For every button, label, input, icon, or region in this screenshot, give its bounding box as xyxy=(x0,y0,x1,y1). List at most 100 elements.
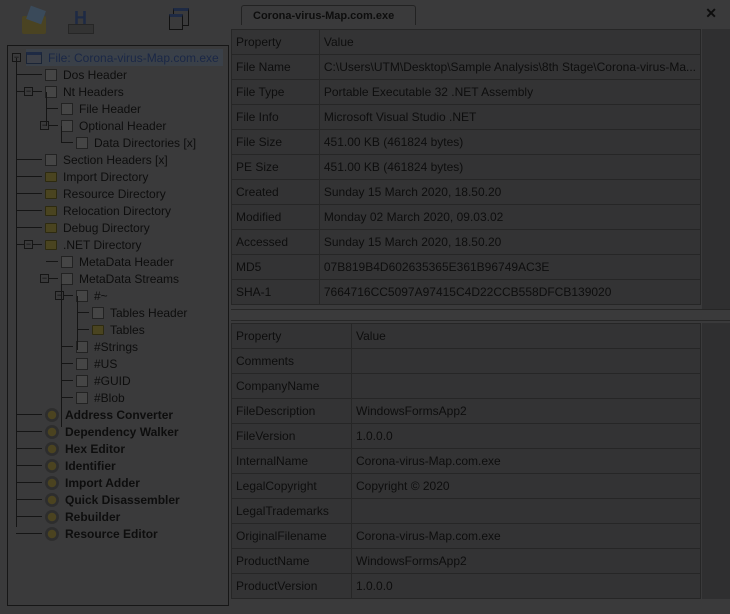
table-row[interactable]: ProductVersion 1.0.0.0 xyxy=(231,573,701,599)
tree-line xyxy=(77,312,89,313)
scrollbar[interactable] xyxy=(702,323,730,599)
tree-item[interactable]: Resource Directory xyxy=(45,185,166,202)
gear-icon xyxy=(45,441,59,456)
tree-item[interactable]: MetaData Header xyxy=(61,253,174,270)
splitter[interactable] xyxy=(231,309,730,321)
table-row[interactable]: File Info Microsoft Visual Studio .NET xyxy=(231,104,702,130)
tree-item[interactable]: Dependency Walker xyxy=(45,423,179,440)
column-header: Value xyxy=(351,323,701,349)
tree-item[interactable]: #~ xyxy=(76,287,108,304)
table-row[interactable]: Created Sunday 15 March 2020, 18.50.20 xyxy=(231,179,702,205)
tree-item-label: Section Headers [x] xyxy=(63,152,168,167)
tree-item[interactable]: Import Adder xyxy=(45,474,140,491)
tree-item[interactable]: Relocation Directory xyxy=(45,202,171,219)
file-tree[interactable]: File: Corona-virus-Map.com.exe − Dos Heade… xyxy=(7,45,229,606)
tab-file[interactable]: Corona-virus-Map.com.exe xyxy=(241,5,416,25)
gear-icon xyxy=(45,492,59,507)
doc-icon xyxy=(76,374,88,387)
table-row[interactable]: ProductName WindowsFormsApp2 xyxy=(231,548,701,574)
tree-item[interactable]: Rebuilder xyxy=(45,508,120,525)
tree-item[interactable]: Tables xyxy=(92,321,145,338)
tree-item-label: MetaData Streams xyxy=(79,271,180,286)
tree-item[interactable]: Address Converter xyxy=(45,406,173,423)
tree-item[interactable]: Data Directories [x] xyxy=(76,134,196,151)
tree-item[interactable]: #Strings xyxy=(76,338,138,355)
tree-root[interactable]: File: Corona-virus-Map.com.exe xyxy=(26,49,223,66)
property-cell: File Name xyxy=(231,54,320,80)
doc-icon xyxy=(45,153,57,166)
tree-item-label: Dos Header xyxy=(63,67,128,82)
table-row[interactable]: File Name C:\Users\UTM\Desktop\Sample Ana… xyxy=(231,54,702,80)
tree-item[interactable]: Quick Disassembler xyxy=(45,491,180,508)
table-row[interactable]: OriginalFilename Corona-virus-Map.com.exe xyxy=(231,523,701,549)
tree-item[interactable]: File Header xyxy=(61,100,141,117)
tree-item[interactable]: .NET Directory xyxy=(45,236,141,253)
tree-item[interactable]: Tables Header xyxy=(92,304,187,321)
folder-icon xyxy=(45,222,57,233)
windows-icon[interactable] xyxy=(165,6,195,36)
property-cell: File Size xyxy=(231,129,320,155)
table-row[interactable]: MD5 07B819B4D602635365E361B96749AC3E xyxy=(231,254,702,280)
folder-icon xyxy=(45,205,57,216)
table-row[interactable]: FileVersion 1.0.0.0 xyxy=(231,423,701,449)
tree-item[interactable]: Hex Editor xyxy=(45,440,125,457)
table-row[interactable]: InternalName Corona-virus-Map.com.exe xyxy=(231,448,701,474)
tree-item[interactable]: Nt Headers xyxy=(45,83,124,100)
window-icon xyxy=(26,51,42,64)
table-row[interactable]: PE Size 451.00 KB (461824 bytes) xyxy=(231,154,702,180)
tree-line xyxy=(61,126,62,143)
table-row[interactable]: File Type Portable Executable 32 .NET Ass… xyxy=(231,79,702,105)
gear-icon xyxy=(45,424,59,439)
table-row[interactable]: Comments xyxy=(231,348,701,374)
collapse-toggle[interactable]: − xyxy=(24,240,33,249)
collapse-toggle[interactable]: − xyxy=(24,87,33,96)
tree-item-label: Quick Disassembler xyxy=(65,492,180,507)
doc-icon xyxy=(61,272,73,285)
tree-item[interactable]: Section Headers [x] xyxy=(45,151,168,168)
tree-item[interactable]: #US xyxy=(76,355,117,372)
tree-line xyxy=(46,92,47,126)
property-cell: CompanyName xyxy=(231,373,352,399)
tree-item[interactable]: #Blob xyxy=(76,389,125,406)
tree-line xyxy=(16,516,42,517)
table-row[interactable]: LegalCopyright Copyright © 2020 xyxy=(231,473,701,499)
property-cell: PE Size xyxy=(231,154,320,180)
tree-line xyxy=(61,346,73,347)
tree-line xyxy=(16,465,42,466)
collapse-toggle[interactable]: − xyxy=(40,121,49,130)
tree-item[interactable]: Import Directory xyxy=(45,168,148,185)
tree-item-label: Import Directory xyxy=(63,169,149,184)
scrollbar[interactable] xyxy=(702,29,730,309)
tree-item-label: Identifier xyxy=(65,458,116,473)
doc-icon xyxy=(61,119,73,132)
tree-item[interactable]: Optional Header xyxy=(61,117,166,134)
tree-item[interactable]: Debug Directory xyxy=(45,219,150,236)
property-cell: LegalCopyright xyxy=(231,473,352,499)
value-cell xyxy=(351,348,701,374)
table-row[interactable]: File Size 451.00 KB (461824 bytes) xyxy=(231,129,702,155)
tree-line xyxy=(46,261,58,262)
tree-item[interactable]: Identifier xyxy=(45,457,116,474)
table-row[interactable]: Modified Monday 02 March 2020, 09.03.02 xyxy=(231,204,702,230)
tree-item[interactable]: MetaData Streams xyxy=(61,270,179,287)
open-file-icon[interactable] xyxy=(20,5,50,36)
tree-item[interactable]: #GUID xyxy=(76,372,131,389)
table-row[interactable]: CompanyName xyxy=(231,373,701,399)
close-icon[interactable]: ✕ xyxy=(705,5,717,22)
table-row[interactable]: FileDescription WindowsFormsApp2 xyxy=(231,398,701,424)
collapse-toggle[interactable]: − xyxy=(40,274,49,283)
hex-editor-icon[interactable]: H xyxy=(64,6,94,36)
table-row[interactable]: LegalTrademarks xyxy=(231,498,701,524)
property-cell: Accessed xyxy=(231,229,320,255)
collapse-toggle[interactable]: − xyxy=(55,291,64,300)
tree-item-label: Tables Header xyxy=(110,305,188,320)
doc-icon xyxy=(76,136,88,149)
table-row[interactable]: Accessed Sunday 15 March 2020, 18.50.20 xyxy=(231,229,702,255)
tree-item-label: Rebuilder xyxy=(65,509,121,524)
tree-item[interactable]: Resource Editor xyxy=(45,525,158,542)
column-header: Value xyxy=(318,29,702,55)
tree-item[interactable]: Dos Header xyxy=(45,66,127,83)
value-cell: Monday 02 March 2020, 09.03.02 xyxy=(318,204,702,230)
table-row[interactable]: SHA-1 7664716CC5097A97415C4D22CCB558DFCB1… xyxy=(231,279,702,305)
file-info-table: Property Value File Name C:\Users\UTM\Deskt… xyxy=(231,29,702,305)
